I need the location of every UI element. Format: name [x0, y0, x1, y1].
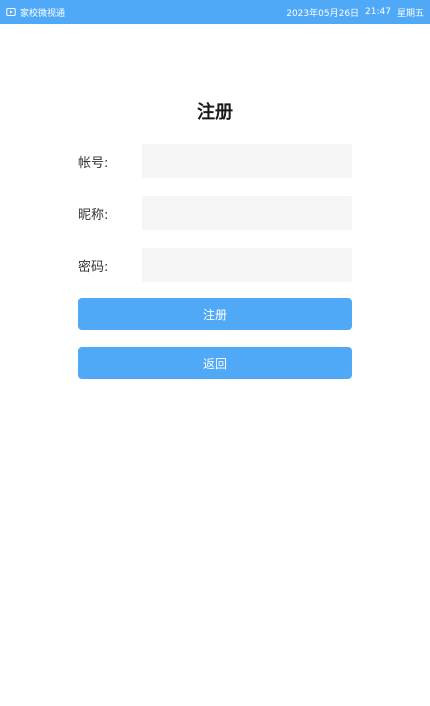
- password-field-row: 密码:: [78, 248, 352, 282]
- register-button[interactable]: 注册: [78, 298, 352, 330]
- weekday-text: 星期五: [396, 8, 424, 19]
- datetime-group: 2023年05月26日 21:47 星期五: [286, 6, 424, 19]
- nickname-field-row: 昵称:: [78, 196, 352, 230]
- account-field-row: 帐号:: [78, 144, 352, 178]
- date-text: 2023年05月26日: [286, 8, 360, 19]
- nickname-label: 昵称:: [78, 207, 109, 223]
- nickname-input[interactable]: [142, 196, 352, 230]
- time-text: 21:47: [365, 7, 391, 17]
- back-button[interactable]: 返回: [78, 347, 352, 379]
- page-title: 注册: [197, 102, 233, 123]
- password-label: 密码:: [78, 259, 109, 275]
- account-label: 帐号:: [78, 155, 109, 171]
- password-input[interactable]: [142, 248, 352, 282]
- account-input[interactable]: [142, 144, 352, 178]
- app-logo-icon: [6, 7, 16, 17]
- app-name: 家校微视通: [20, 8, 66, 19]
- top-status-bar: 家校微视通 2023年05月26日 21:47 星期五: [0, 0, 430, 24]
